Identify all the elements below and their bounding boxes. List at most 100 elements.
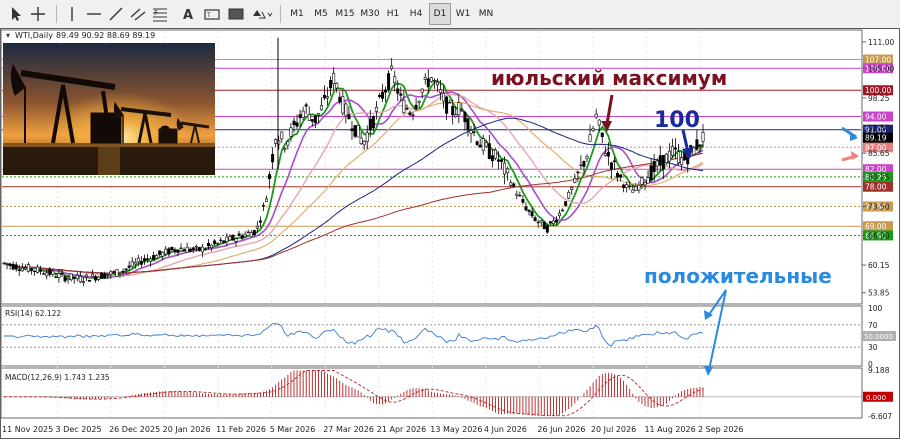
candle-body bbox=[402, 99, 406, 114]
price-tick-label: 111.00 bbox=[868, 38, 894, 47]
chart-symbol-triangle: ▾ bbox=[6, 31, 10, 40]
candle-body bbox=[323, 94, 327, 99]
candle-body bbox=[509, 182, 513, 186]
price-level-label: 69.00 bbox=[865, 222, 887, 231]
price-tick-label: 80.25 bbox=[868, 173, 890, 182]
candle-body bbox=[185, 246, 189, 253]
candle-body bbox=[182, 249, 186, 252]
candle-body bbox=[127, 265, 131, 268]
candle-body bbox=[261, 205, 265, 207]
candle-body bbox=[637, 184, 641, 191]
current-price-label: 89.19 bbox=[865, 134, 887, 143]
price-tick-label: 105.00 bbox=[868, 64, 894, 73]
candle-body bbox=[426, 78, 430, 88]
candle-body bbox=[396, 88, 400, 94]
candle-body bbox=[536, 221, 540, 224]
candle-body bbox=[484, 142, 488, 147]
candle-body bbox=[493, 149, 497, 159]
candle-body bbox=[87, 279, 91, 282]
candle-body bbox=[634, 186, 638, 191]
candle-body bbox=[438, 89, 442, 93]
candle-body bbox=[286, 141, 290, 146]
candle-body bbox=[326, 96, 330, 99]
candle-body bbox=[558, 212, 562, 217]
candle-body bbox=[11, 263, 15, 270]
candle-body bbox=[121, 271, 125, 273]
candle-body bbox=[487, 143, 491, 159]
macd-title: MACD(12,26,9) 1.743 1.235 bbox=[5, 373, 110, 382]
candle-body bbox=[380, 91, 384, 99]
candle-body bbox=[225, 236, 229, 242]
price-tick-label: 73.50 bbox=[868, 202, 890, 211]
candle-body bbox=[310, 119, 314, 122]
candle-body bbox=[698, 144, 702, 147]
candle-body bbox=[567, 192, 571, 199]
candle-body bbox=[258, 220, 262, 223]
candle-body bbox=[414, 104, 418, 110]
candle-body bbox=[237, 233, 241, 236]
candle-body bbox=[530, 211, 534, 217]
candle-body bbox=[356, 124, 360, 138]
candle-body bbox=[600, 132, 604, 138]
candle-body bbox=[149, 258, 153, 262]
candle-body bbox=[69, 273, 73, 280]
candle-body bbox=[210, 244, 214, 248]
candle-body bbox=[478, 144, 482, 148]
candle-body bbox=[591, 128, 595, 131]
candle-body bbox=[36, 266, 40, 273]
candle-body bbox=[161, 251, 165, 257]
price-level-label: 94.00 bbox=[865, 113, 887, 122]
candle-body bbox=[72, 277, 76, 279]
candle-body bbox=[344, 103, 348, 117]
candle-body bbox=[423, 77, 427, 80]
price-level-label: 78.00 bbox=[865, 183, 887, 192]
candle-body bbox=[158, 250, 162, 255]
candle-body bbox=[664, 153, 668, 163]
candle-body bbox=[701, 132, 705, 142]
candle-body bbox=[136, 257, 140, 263]
candle-body bbox=[112, 271, 116, 273]
candle-body bbox=[54, 276, 58, 278]
candle-body bbox=[203, 248, 207, 251]
candle-body bbox=[26, 264, 30, 272]
rsi-tick-label: 30 bbox=[868, 343, 878, 352]
candle-body bbox=[652, 161, 656, 172]
time-tick-label: 11 Feb 2026 bbox=[216, 425, 266, 434]
candle-body bbox=[387, 73, 391, 90]
candle-body bbox=[548, 221, 552, 224]
candle-body bbox=[420, 88, 424, 93]
candle-body bbox=[274, 139, 278, 144]
macd-tick-label: -6.607 bbox=[868, 412, 892, 421]
candle-body bbox=[649, 165, 653, 181]
candle-body bbox=[570, 187, 574, 190]
candle-body bbox=[628, 185, 632, 187]
candle-body bbox=[429, 77, 433, 82]
candle-body bbox=[588, 134, 592, 142]
time-tick-label: 11 Aug 2026 bbox=[644, 425, 695, 434]
candle-body bbox=[60, 272, 64, 275]
candle-body bbox=[463, 111, 467, 123]
candle-body bbox=[371, 116, 375, 129]
candle-body bbox=[5, 263, 9, 266]
candle-body bbox=[207, 243, 211, 247]
candle-body bbox=[167, 248, 171, 255]
candle-body bbox=[243, 233, 247, 237]
candle-body bbox=[2, 262, 6, 265]
candle-body bbox=[539, 220, 543, 223]
candle-body bbox=[475, 141, 479, 145]
candle-body bbox=[524, 206, 528, 211]
candle-body bbox=[490, 155, 494, 162]
july-high-label: июльский максимум bbox=[491, 66, 727, 90]
time-tick-label: 5 Mar 2026 bbox=[270, 425, 316, 434]
chart-window: F A T M1 M5 M15 M30 H1 H4 D1 W1 MN 107.0… bbox=[0, 0, 900, 439]
candle-body bbox=[341, 96, 345, 114]
candle-body bbox=[677, 151, 681, 164]
candle-body bbox=[365, 132, 369, 142]
candle-body bbox=[435, 81, 439, 86]
candle-body bbox=[667, 150, 671, 162]
time-tick-label: 26 Jun 2026 bbox=[537, 425, 585, 434]
candle-body bbox=[142, 258, 146, 262]
candle-body bbox=[231, 235, 235, 241]
candle-body bbox=[399, 93, 403, 96]
candle-body bbox=[292, 120, 296, 126]
